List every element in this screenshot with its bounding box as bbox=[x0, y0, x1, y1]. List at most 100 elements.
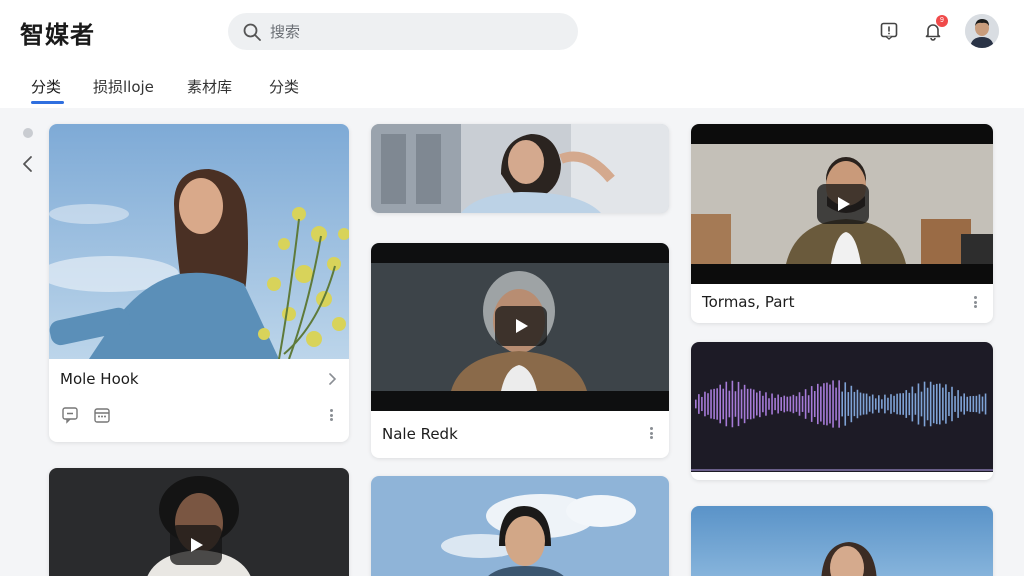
tab-second[interactable]: 损损lloje bbox=[93, 76, 154, 97]
waveform-bar bbox=[862, 393, 865, 415]
waveform-bar bbox=[832, 380, 834, 428]
card-thumbnail[interactable] bbox=[371, 476, 669, 576]
waveform-bar bbox=[911, 386, 914, 422]
card-title[interactable]: Tormas, Part bbox=[702, 293, 794, 311]
waveform-bar bbox=[701, 396, 703, 412]
waveform-bar bbox=[893, 395, 895, 413]
waveform-bar bbox=[823, 383, 825, 425]
search-icon bbox=[243, 23, 261, 41]
waveform-bar bbox=[884, 394, 886, 414]
waveform-bar bbox=[722, 388, 725, 420]
play-button[interactable] bbox=[495, 306, 547, 346]
media-card[interactable] bbox=[49, 468, 349, 576]
tab-category-2[interactable]: 分类 bbox=[269, 76, 299, 97]
waveform-bar bbox=[780, 397, 782, 411]
waveform-bar bbox=[890, 394, 892, 414]
card-thumbnail[interactable] bbox=[371, 124, 669, 213]
waveform-bar bbox=[902, 393, 904, 415]
waveform-bar bbox=[740, 389, 743, 419]
waveform-bar bbox=[752, 389, 755, 419]
app-logo[interactable]: 智媒者 bbox=[20, 15, 95, 50]
waveform-bar bbox=[792, 394, 795, 414]
waveform-bar bbox=[786, 396, 789, 412]
more-options-icon[interactable] bbox=[327, 407, 335, 423]
waveform-bar bbox=[698, 394, 700, 414]
waveform-bar bbox=[820, 386, 822, 422]
waveform-bar bbox=[777, 394, 779, 414]
play-icon bbox=[516, 319, 528, 333]
more-options-icon[interactable] bbox=[647, 425, 655, 441]
bell-icon[interactable]: 9 bbox=[922, 15, 948, 42]
waveform-bar bbox=[914, 393, 917, 415]
waveform-bar bbox=[774, 397, 776, 411]
play-button[interactable] bbox=[817, 184, 869, 224]
waveform-bar bbox=[923, 381, 926, 427]
waveform-bar bbox=[789, 396, 792, 412]
waveform-bar bbox=[978, 394, 981, 414]
waveform-bar bbox=[704, 391, 706, 417]
waveform-bar bbox=[929, 381, 932, 427]
waveform-bar bbox=[771, 393, 773, 415]
waveform-bar bbox=[972, 395, 975, 413]
card-title[interactable]: Mole Hook bbox=[60, 370, 139, 388]
waveform-bar bbox=[838, 380, 840, 428]
waveform-bar bbox=[899, 393, 901, 415]
waveform-bar bbox=[783, 395, 786, 413]
tab-category[interactable]: 分类 bbox=[31, 76, 61, 97]
card-thumbnail[interactable] bbox=[691, 342, 993, 472]
waveform-bar bbox=[984, 393, 987, 415]
waveform-bar bbox=[908, 392, 911, 416]
chevron-left-icon[interactable] bbox=[19, 154, 37, 174]
active-tab-indicator bbox=[31, 101, 64, 104]
waveform-bar bbox=[719, 384, 721, 424]
waveform-bar bbox=[695, 399, 697, 409]
waveform-bar bbox=[853, 391, 856, 417]
waveform-bar bbox=[716, 388, 718, 420]
media-card[interactable] bbox=[371, 124, 669, 213]
media-card[interactable]: Nale Redk bbox=[371, 243, 669, 458]
waveform-bar bbox=[926, 387, 929, 421]
media-card[interactable] bbox=[371, 476, 669, 576]
waveform-bar bbox=[707, 393, 709, 415]
card-title[interactable]: Nale Redk bbox=[382, 425, 458, 443]
notification-badge: 9 bbox=[936, 15, 948, 27]
more-options-icon[interactable] bbox=[971, 294, 979, 310]
search-input[interactable] bbox=[270, 22, 560, 41]
comment-icon[interactable] bbox=[61, 406, 79, 424]
top-header: 智媒者 9 分类 损损lloje 素材库 bbox=[0, 0, 1024, 108]
message-square-icon[interactable] bbox=[878, 20, 900, 42]
waveform-bar bbox=[813, 390, 816, 418]
user-avatar[interactable] bbox=[965, 14, 999, 48]
waveform-bar bbox=[804, 389, 807, 419]
waveform-bar bbox=[920, 391, 923, 417]
waveform-bar bbox=[948, 391, 950, 417]
calendar-icon[interactable] bbox=[93, 406, 111, 424]
waveform-bar bbox=[731, 380, 734, 428]
waveform-bar bbox=[801, 396, 804, 412]
waveform-bar bbox=[844, 382, 847, 426]
chevron-right-icon[interactable] bbox=[327, 372, 337, 386]
waveform-bar bbox=[905, 390, 908, 418]
tab-library[interactable]: 素材库 bbox=[187, 76, 232, 97]
waveform-bar bbox=[881, 399, 883, 409]
media-card[interactable]: Tormas, Part bbox=[691, 124, 993, 323]
waveform-bar bbox=[939, 383, 941, 425]
waveform-bar bbox=[865, 393, 868, 415]
card-thumbnail[interactable] bbox=[49, 124, 349, 359]
play-button[interactable] bbox=[170, 525, 222, 565]
waveform-bar bbox=[951, 386, 953, 422]
rail-dot[interactable] bbox=[23, 128, 33, 138]
media-card[interactable]: Mole Hook bbox=[49, 124, 349, 442]
card-thumbnail[interactable] bbox=[691, 506, 993, 576]
waveform-bar bbox=[734, 391, 737, 417]
waveform-bar bbox=[942, 387, 944, 421]
play-icon bbox=[838, 197, 850, 211]
media-card[interactable] bbox=[691, 342, 993, 480]
search-bar[interactable] bbox=[228, 13, 578, 50]
waveform-bar bbox=[850, 385, 853, 423]
waveform-bar bbox=[856, 389, 859, 419]
waveform-bar bbox=[765, 392, 767, 416]
waveform-bar bbox=[829, 384, 831, 424]
waveform-bar bbox=[817, 383, 819, 425]
media-card[interactable] bbox=[691, 506, 993, 576]
